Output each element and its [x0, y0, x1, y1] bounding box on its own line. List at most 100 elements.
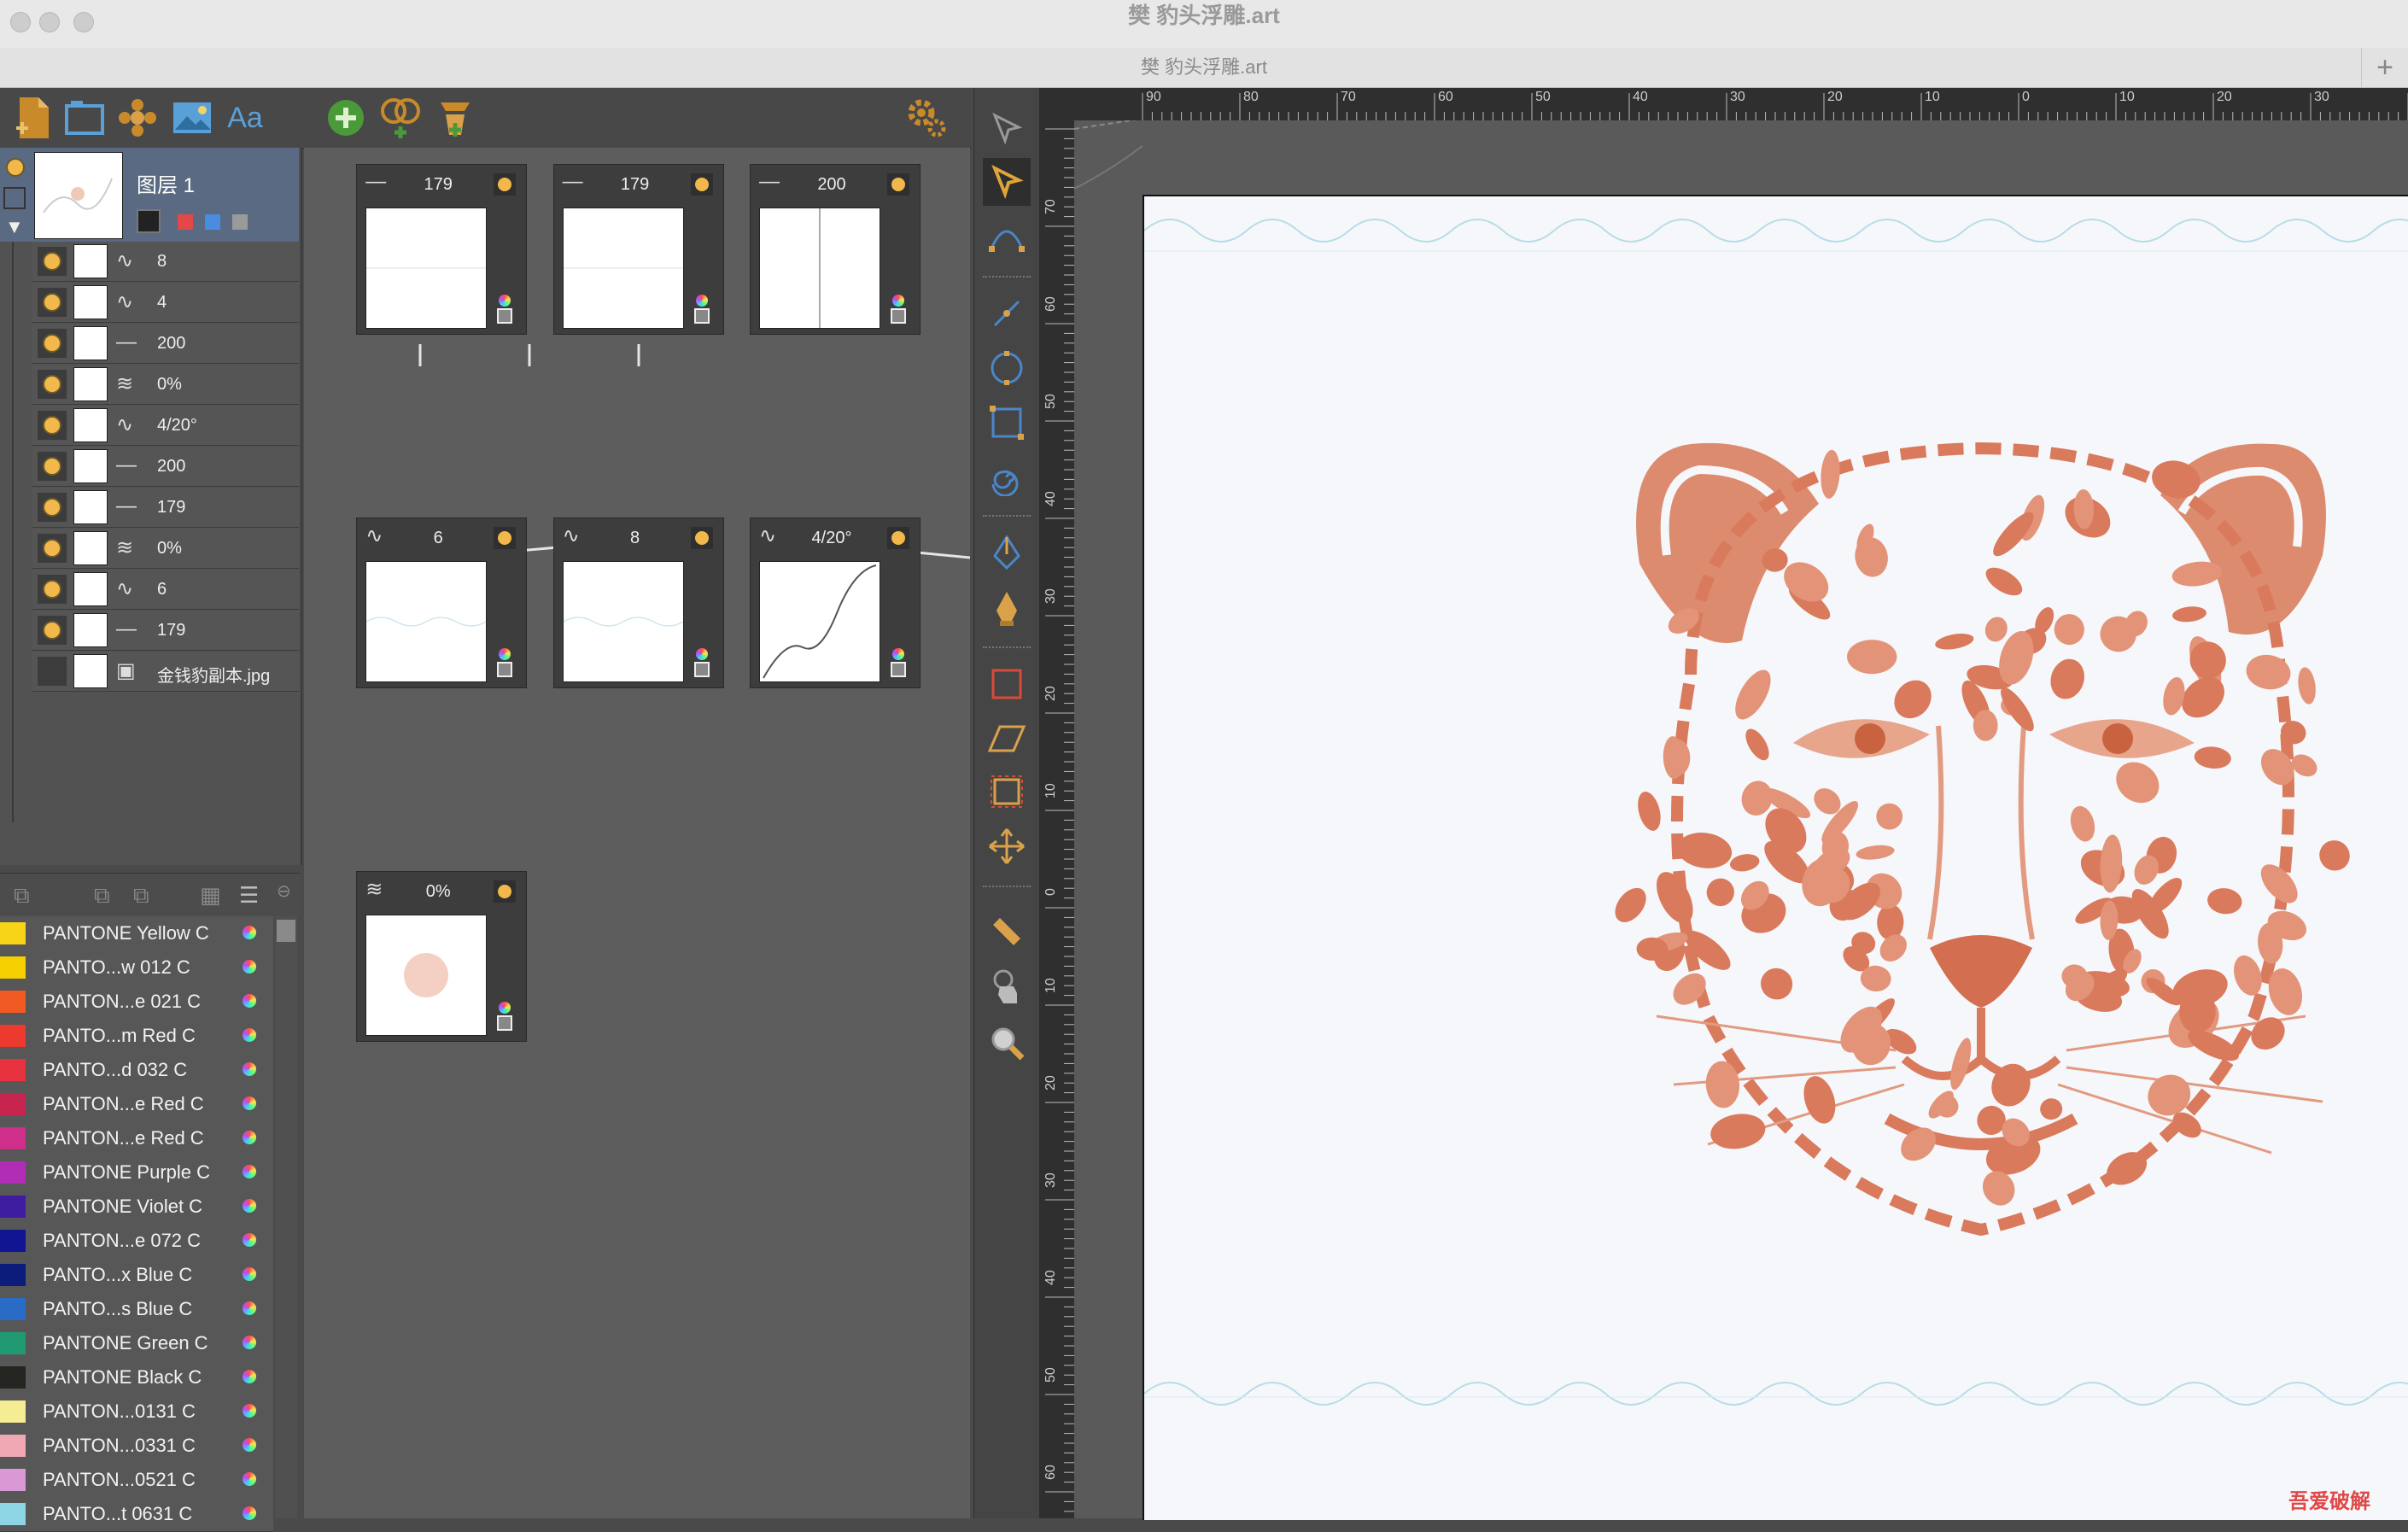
pattern-icon[interactable] [113, 88, 162, 148]
effect-node[interactable]: ≋ 0% [356, 871, 528, 1043]
color-wheel-icon[interactable] [243, 1028, 256, 1042]
add-node-icon[interactable] [321, 88, 371, 148]
color-wheel-icon[interactable] [892, 295, 904, 307]
node-output-icon[interactable] [693, 308, 710, 325]
layer-visibility-toggle[interactable] [38, 575, 67, 604]
layer-lock-icon[interactable] [3, 187, 26, 209]
layer-visibility-toggle[interactable] [38, 288, 67, 317]
color-wheel-icon[interactable] [499, 1002, 511, 1015]
node-visibility-toggle[interactable] [887, 527, 909, 550]
node-visibility-toggle[interactable] [494, 173, 517, 196]
duplicate-swatch-icon[interactable]: ⧉ [94, 882, 110, 909]
layer-visibility-toggle[interactable] [38, 616, 67, 645]
color-wheel-icon[interactable] [499, 648, 511, 661]
node-output-icon[interactable] [497, 1015, 513, 1032]
vertical-ruler[interactable]: 70 60 50 40 30 20 10 0 10 20 30 40 50 60 [1040, 88, 1074, 1518]
node-output-icon[interactable] [693, 662, 710, 678]
layer-visibility-toggle[interactable] [38, 493, 67, 522]
color-wheel-icon[interactable] [499, 295, 511, 307]
effect-node[interactable]: — 200 [750, 164, 921, 336]
layer-visibility-toggle[interactable] [38, 534, 67, 563]
bezier-edit-icon[interactable] [983, 213, 1031, 260]
color-wheel-icon[interactable] [695, 295, 708, 307]
layer-row[interactable]: — 200 [32, 324, 299, 364]
color-mode-black-icon[interactable] [137, 209, 161, 233]
grid-view-icon[interactable]: ▦ [200, 882, 221, 909]
channel-blue-icon[interactable] [205, 214, 220, 230]
color-wheel-icon[interactable] [243, 1472, 256, 1486]
swatch-row[interactable]: PANTONE Yellow C [0, 916, 273, 951]
layer-visibility-toggle[interactable] [38, 329, 67, 358]
combine-icon[interactable] [376, 88, 425, 148]
swatch-row[interactable]: PANTON...0521 C [0, 1463, 273, 1498]
color-wheel-icon[interactable] [243, 1370, 256, 1383]
swatch-row[interactable]: PANTON...0331 C [0, 1429, 273, 1464]
settings-gear-icon[interactable] [902, 88, 951, 148]
relief-icon[interactable] [430, 88, 480, 148]
color-wheel-icon[interactable] [243, 1301, 256, 1315]
color-wheel-icon[interactable] [243, 960, 256, 974]
layer-row[interactable]: ≋ 0% [32, 529, 299, 569]
swatch-row[interactable]: PANTONE Green C [0, 1326, 273, 1361]
layer-row[interactable]: ∿ 6 [32, 570, 299, 610]
layer-visibility-icon[interactable] [6, 158, 25, 177]
frame-tool-icon[interactable] [983, 660, 1031, 708]
swatch-row[interactable]: PANTONE Black C [0, 1360, 273, 1395]
color-wheel-icon[interactable] [243, 1165, 256, 1178]
swatch-row[interactable]: PANTON...e Red C [0, 1087, 273, 1122]
swatch-row[interactable]: PANTONE Purple C [0, 1155, 273, 1190]
channel-gray-icon[interactable] [232, 214, 248, 230]
line-tool-icon[interactable] [983, 289, 1031, 337]
color-wheel-icon[interactable] [243, 1096, 256, 1110]
hand-tool-icon[interactable] [983, 962, 1031, 1010]
pen-tool-icon[interactable] [983, 529, 1031, 576]
nib-tool-icon[interactable] [983, 585, 1031, 633]
layer-visibility-toggle[interactable] [38, 370, 67, 399]
color-wheel-icon[interactable] [243, 1062, 256, 1076]
document-tab[interactable]: 樊 豹头浮雕.art [0, 48, 2408, 87]
layer-row[interactable]: ▣ 金钱豹副本.jpg [32, 652, 299, 692]
effect-node[interactable]: ∿ 8 [552, 517, 724, 689]
swatch-row[interactable]: PANTO...t 0631 C [0, 1497, 273, 1532]
color-wheel-icon[interactable] [892, 648, 904, 661]
swatch-row[interactable]: PANTON...0131 C [0, 1395, 273, 1430]
swatch-row[interactable]: PANTO...m Red C [0, 1019, 273, 1054]
effect-node[interactable]: ∿ 6 [356, 517, 528, 689]
layer-group-header[interactable]: ▼ 图层 1 [0, 148, 299, 242]
layer-visibility-toggle[interactable] [38, 657, 67, 686]
color-wheel-icon[interactable] [243, 1404, 256, 1418]
measure-tool-icon[interactable] [983, 908, 1031, 956]
skew-tool-icon[interactable] [983, 715, 1031, 763]
color-wheel-icon[interactable] [243, 926, 256, 939]
node-visibility-toggle[interactable] [690, 527, 713, 550]
image-icon[interactable] [167, 88, 217, 148]
swatch-row[interactable]: PANTO...d 032 C [0, 1053, 273, 1088]
layer-group-name[interactable]: 图层 1 [137, 168, 195, 198]
effect-node[interactable]: — 179 [356, 164, 528, 336]
effect-node[interactable]: ∿ 4/20° [750, 517, 921, 689]
direct-select-arrow-icon[interactable] [983, 105, 1031, 153]
layer-row[interactable]: ≋ 0% [32, 365, 299, 405]
swatch-row[interactable]: PANTON...e 072 C [0, 1224, 273, 1259]
node-output-icon[interactable] [891, 662, 906, 678]
effect-node[interactable]: — 179 [552, 164, 724, 336]
horizontal-ruler[interactable]: 90 80 70 60 50 40 30 20 10 0 10 20 30 [1074, 88, 2408, 120]
layer-row[interactable]: — 200 [32, 447, 299, 487]
layer-row[interactable]: ∿ 8 [32, 242, 299, 282]
color-wheel-icon[interactable] [243, 1438, 256, 1452]
color-wheel-icon[interactable] [243, 1233, 256, 1247]
add-tab-button[interactable]: + [2361, 48, 2408, 87]
collapse-triangle-icon[interactable]: ▼ [5, 216, 24, 238]
select-arrow-icon[interactable] [983, 158, 1031, 206]
layer-row[interactable]: ∿ 4 [32, 283, 299, 323]
node-visibility-toggle[interactable] [887, 173, 909, 196]
layer-visibility-toggle[interactable] [38, 452, 67, 481]
artboard-page[interactable] [1143, 195, 2408, 1520]
merge-swatch-icon[interactable]: ⧉ [133, 882, 149, 909]
node-output-icon[interactable] [891, 308, 906, 325]
swatch-row[interactable]: PANTON...e Red C [0, 1121, 273, 1156]
color-wheel-icon[interactable] [243, 1336, 256, 1349]
swatch-scrollbar[interactable] [275, 916, 297, 1518]
layer-row[interactable]: — 179 [32, 488, 299, 528]
node-visibility-toggle[interactable] [494, 880, 517, 903]
